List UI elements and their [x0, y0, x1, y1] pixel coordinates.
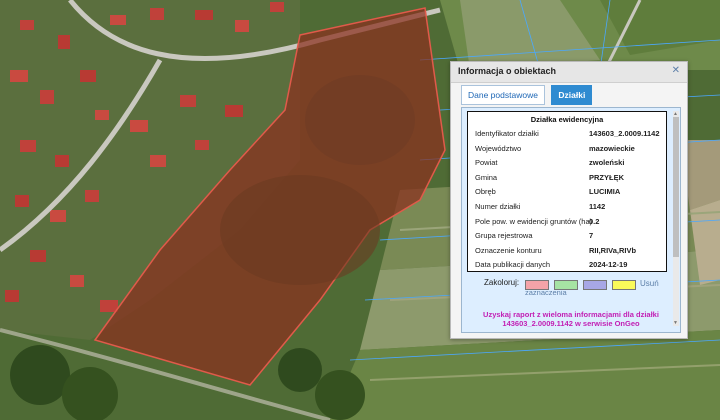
highlight-label: zaznaczenia — [525, 288, 567, 297]
attr-row: Województwo mazowieckie — [475, 142, 665, 157]
attr-value: zwoleński — [589, 158, 625, 168]
scrollbar[interactable]: ▲ ▼ — [673, 111, 679, 326]
tab-bar: Dane podstawowe Działki — [461, 85, 594, 105]
attr-value: 7 — [589, 231, 594, 241]
report-link[interactable]: Uzyskaj raport z wieloma informacjami dl… — [466, 310, 676, 328]
attr-row: Identyfikator działki 143603_2.0009.1142 — [475, 127, 665, 142]
tab-basic-data[interactable]: Dane podstawowe — [461, 85, 545, 105]
attr-value: 2024-12-19 — [589, 260, 628, 270]
attr-row: Oznaczenie konturu RII,RIVa,RIVb — [475, 244, 665, 259]
popup-header: Informacja o obiektach ✕ — [451, 62, 687, 83]
attr-row: Data publikacji danych 2024-12-19 — [475, 258, 665, 273]
close-icon[interactable]: ✕ — [672, 65, 680, 76]
color-label: Zakoloruj: — [484, 278, 520, 287]
color-swatch-blue[interactable] — [583, 280, 607, 290]
attr-value: 143603_2.0009.1142 — [589, 129, 660, 138]
popup-content: Działka ewidencyjna Identyfikator działk… — [461, 107, 681, 333]
attr-row: Powiat zwoleński — [475, 156, 665, 171]
attr-label: Identyfikator działki — [475, 129, 539, 138]
attr-label: Pole pow. w ewidencji gruntów (ha) — [475, 216, 593, 226]
parcel-title: Działka ewidencyjna — [530, 115, 604, 124]
attr-value: PRZYŁĘK — [589, 172, 625, 182]
attr-label: Data publikacji danych — [475, 260, 551, 270]
attr-row: Numer działki 1142 — [475, 200, 665, 215]
scrollbar-thumb[interactable] — [673, 117, 679, 257]
attr-row: Grupa rejestrowa 7 — [475, 229, 665, 244]
attr-label: Obręb — [475, 187, 496, 197]
attr-value: LUCIMIA — [589, 187, 621, 197]
attr-row: Pole pow. w ewidencji gruntów (ha) 0.2 — [475, 215, 665, 230]
attr-value: mazowieckie — [589, 143, 635, 153]
attr-row: Obręb LUCIMIA — [475, 185, 665, 200]
object-info-popup: Informacja o obiektach ✕ Dane podstawowe… — [450, 61, 688, 339]
popup-title: Informacja o obiektach — [458, 66, 557, 76]
attr-label: Gmina — [475, 172, 498, 182]
remove-color-link[interactable]: Usuń — [640, 279, 659, 288]
attr-label: Numer działki — [475, 201, 521, 211]
parcel-attributes: Identyfikator działki 143603_2.0009.1142 … — [475, 127, 665, 273]
tab-parcels[interactable]: Działki — [551, 85, 593, 105]
color-swatch-yellow[interactable] — [612, 280, 636, 290]
parcel-info-box: Działka ewidencyjna Identyfikator działk… — [467, 111, 667, 272]
attr-label: Oznaczenie konturu — [475, 245, 542, 255]
attr-label: Województwo — [475, 143, 522, 153]
attr-label: Grupa rejestrowa — [475, 231, 533, 241]
report-line-1: Uzyskaj raport z wieloma informacjami dl… — [483, 310, 659, 319]
attr-value: 1142 — [589, 201, 606, 211]
scroll-down-icon[interactable]: ▼ — [673, 320, 678, 326]
attr-value: 0.2 — [589, 216, 600, 226]
report-line-2: 143603_2.0009.1142 w serwisie OnGeo — [502, 319, 640, 328]
attr-label: Powiat — [475, 158, 498, 168]
attr-row: Gmina PRZYŁĘK — [475, 171, 665, 186]
attr-value: RII,RIVa,RIVb — [589, 245, 637, 255]
